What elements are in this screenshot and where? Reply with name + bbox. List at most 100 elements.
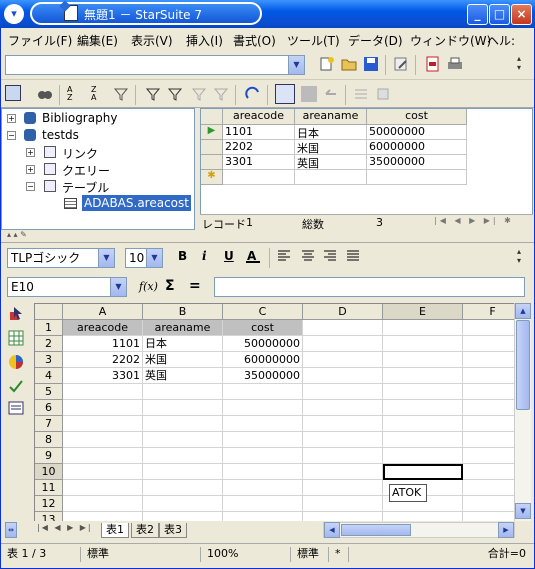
column-header[interactable]: B xyxy=(143,304,223,320)
cell[interactable] xyxy=(463,416,514,432)
cell[interactable] xyxy=(63,384,143,400)
find-record-icon[interactable] xyxy=(37,86,53,102)
cell[interactable]: 1101 xyxy=(63,336,143,352)
cell[interactable]: 英国 xyxy=(143,368,223,384)
data-to-fields-icon[interactable] xyxy=(375,86,391,102)
horizontal-scrollbar[interactable]: ◀ ▶ xyxy=(323,522,515,538)
grid-cell[interactable] xyxy=(223,170,295,185)
autofilter-icon[interactable] xyxy=(145,86,161,102)
row-header[interactable]: 11 xyxy=(35,480,63,496)
grid-cell[interactable]: 1101 xyxy=(223,125,295,140)
grid-cell[interactable] xyxy=(295,170,367,185)
tree-item-bibliography[interactable]: Bibliography xyxy=(42,111,117,125)
export-pdf-icon[interactable] xyxy=(425,56,441,72)
menu-insert[interactable]: 挿入(I) xyxy=(186,32,223,49)
select-all-corner[interactable] xyxy=(35,304,63,320)
column-header[interactable]: D xyxy=(303,304,383,320)
tree-item-areacost[interactable]: ADABAS.areacost xyxy=(82,195,191,211)
cell[interactable] xyxy=(223,384,303,400)
close-button[interactable]: × xyxy=(511,4,532,25)
tab-navigation-icon[interactable]: |◀ ◀ ▶ ▶| xyxy=(37,523,93,532)
cell[interactable] xyxy=(303,368,383,384)
italic-button[interactable]: i xyxy=(202,249,207,263)
tree-expand-icon[interactable]: + xyxy=(26,165,35,174)
row-header[interactable]: 3 xyxy=(35,352,63,368)
cell[interactable] xyxy=(303,496,383,512)
grid-cell[interactable]: 2202 xyxy=(223,140,295,155)
cell[interactable]: 60000000 xyxy=(223,352,303,368)
scroll-thumb[interactable] xyxy=(516,320,530,410)
row-header[interactable]: 9 xyxy=(35,448,63,464)
minimize-button[interactable]: _ xyxy=(467,4,488,25)
record-nav-buttons[interactable]: |◀ ◀ ▶ ▶| ✱ xyxy=(434,216,514,225)
row-header[interactable]: 8 xyxy=(35,432,63,448)
cell[interactable] xyxy=(223,448,303,464)
grid-column-header[interactable]: areaname xyxy=(295,109,367,125)
justify-icon[interactable] xyxy=(346,249,362,265)
insert-cells-icon[interactable] xyxy=(8,330,24,346)
cell[interactable] xyxy=(223,432,303,448)
record-input[interactable]: 1 xyxy=(246,216,253,229)
font-name-select[interactable]: TLPゴシック ▼ xyxy=(7,248,115,268)
cell[interactable] xyxy=(143,480,223,496)
cell[interactable]: 50000000 xyxy=(223,336,303,352)
cell[interactable] xyxy=(463,464,514,480)
scroll-left-icon[interactable]: ◀ xyxy=(324,522,340,538)
cell[interactable] xyxy=(223,496,303,512)
row-header[interactable]: 5 xyxy=(35,384,63,400)
cell[interactable] xyxy=(383,448,463,464)
window-menu-icon[interactable]: ▾ xyxy=(4,4,24,24)
row-header[interactable]: 13 xyxy=(35,512,63,521)
standard-filter-icon[interactable] xyxy=(167,86,183,102)
tree-item-queries[interactable]: クエリー xyxy=(62,162,110,179)
save-record-icon[interactable] xyxy=(301,86,317,102)
grid-cell[interactable]: 3301 xyxy=(223,155,295,170)
cell[interactable] xyxy=(303,320,383,336)
new-document-icon[interactable] xyxy=(319,56,335,72)
cell[interactable] xyxy=(63,400,143,416)
grid-cell[interactable]: 60000000 xyxy=(367,140,467,155)
function-equals-icon[interactable]: = xyxy=(189,278,201,294)
beamer-splitter[interactable]: ▴ ▴ ✎ xyxy=(1,230,534,243)
bold-button[interactable]: B xyxy=(178,249,187,263)
grid-cell[interactable]: 日本 xyxy=(295,125,367,140)
cell[interactable] xyxy=(63,448,143,464)
cell[interactable] xyxy=(463,432,514,448)
open-folder-icon[interactable] xyxy=(341,56,357,72)
grid-column-header[interactable]: cost xyxy=(367,109,467,125)
cell[interactable] xyxy=(383,432,463,448)
cell[interactable] xyxy=(63,480,143,496)
select-pointer-icon[interactable] xyxy=(8,306,24,322)
status-zoom[interactable]: 100% xyxy=(203,547,291,562)
vertical-scrollbar[interactable]: ▲ ▼ xyxy=(514,303,531,521)
scroll-split-icon[interactable]: ⇹ xyxy=(5,522,17,538)
cell[interactable] xyxy=(463,496,514,512)
sort-ascending-icon[interactable]: AZ xyxy=(67,86,83,102)
formula-input[interactable] xyxy=(214,277,525,297)
explorer-toggle-icon[interactable] xyxy=(5,85,21,101)
sheet-tab-2[interactable]: 表2 xyxy=(131,523,159,538)
cell[interactable] xyxy=(63,432,143,448)
menu-tools[interactable]: ツール(T) xyxy=(287,32,340,49)
tree-expand-icon[interactable]: + xyxy=(26,148,35,157)
cell[interactable] xyxy=(143,384,223,400)
grid-cell[interactable]: 50000000 xyxy=(367,125,467,140)
sheet-tab-1[interactable]: 表1 xyxy=(101,523,129,538)
font-dropdown-icon[interactable]: ▼ xyxy=(98,249,114,267)
column-header[interactable]: A xyxy=(63,304,143,320)
edit-file-icon[interactable] xyxy=(393,56,409,72)
tree-expand-icon[interactable]: + xyxy=(7,114,16,123)
row-header[interactable]: 12 xyxy=(35,496,63,512)
maximize-button[interactable]: □ xyxy=(489,4,510,25)
cell[interactable] xyxy=(383,320,463,336)
cell[interactable] xyxy=(223,416,303,432)
row-header[interactable]: 4 xyxy=(35,368,63,384)
cell[interactable] xyxy=(303,464,383,480)
save-icon[interactable] xyxy=(363,56,379,72)
tree-item-testds[interactable]: testds xyxy=(42,128,79,142)
cell[interactable]: 米国 xyxy=(143,352,223,368)
row-header[interactable]: 10 xyxy=(35,464,63,480)
menu-format[interactable]: 書式(O) xyxy=(233,32,276,49)
active-cell[interactable] xyxy=(383,464,463,480)
cell[interactable] xyxy=(143,448,223,464)
